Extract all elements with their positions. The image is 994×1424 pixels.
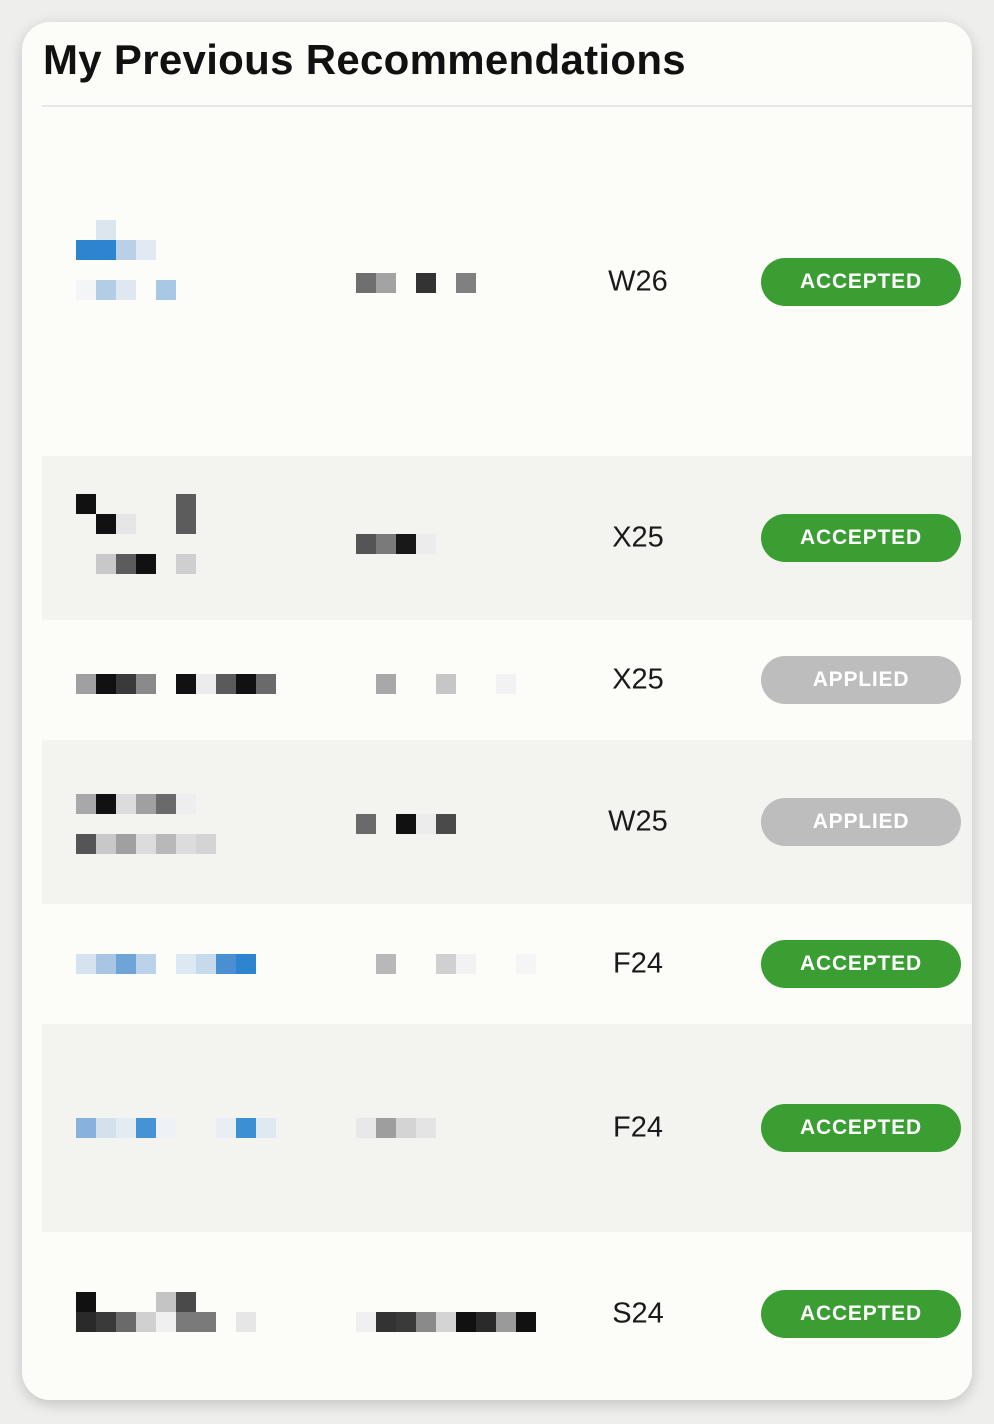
list-item: W26 ACCEPTED (42, 107, 972, 456)
status-badge-accepted[interactable]: ACCEPTED (761, 258, 961, 306)
status-badge-accepted[interactable]: ACCEPTED (761, 514, 961, 562)
list-item: X25 ACCEPTED (42, 456, 972, 620)
term-label: X25 (612, 663, 664, 696)
list-item: S24 ACCEPTED (42, 1232, 972, 1396)
recommendations-card: My Previous Recommendations W26 ACCEPTED… (22, 22, 972, 1400)
status-badge-accepted[interactable]: ACCEPTED (761, 1290, 961, 1338)
status-badge-applied[interactable]: APPLIED (761, 656, 961, 704)
term-label: W25 (608, 805, 668, 838)
list-item: X25 APPLIED (42, 620, 972, 740)
list-item: F24 ACCEPTED (42, 904, 972, 1024)
status-badge-accepted[interactable]: ACCEPTED (761, 940, 961, 988)
list-item: F24 ACCEPTED (42, 1024, 972, 1232)
page-title: My Previous Recommendations (43, 36, 686, 83)
term-label: X25 (612, 521, 664, 554)
list-item: W25 APPLIED (42, 740, 972, 904)
status-badge-accepted[interactable]: ACCEPTED (761, 1104, 961, 1152)
term-label: S24 (612, 1297, 664, 1330)
term-label: F24 (613, 1111, 663, 1144)
term-label: W26 (608, 265, 668, 298)
term-label: F24 (613, 947, 663, 980)
recommendations-list: W26 ACCEPTED X25 ACCEPTED X25 APPLIED W2… (42, 107, 972, 1396)
status-badge-applied[interactable]: APPLIED (761, 798, 961, 846)
